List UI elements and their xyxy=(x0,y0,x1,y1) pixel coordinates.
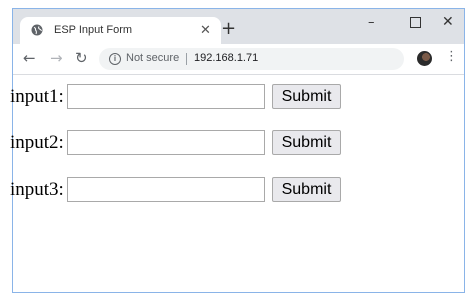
input2-field[interactable] xyxy=(67,130,265,155)
tab-title: ESP Input Form xyxy=(54,24,133,36)
maximize-button[interactable] xyxy=(410,17,421,28)
input3-field[interactable] xyxy=(67,177,265,202)
address-bar[interactable]: i Not secure 192.168.1.71 xyxy=(99,48,404,70)
tab-close-icon[interactable]: ✕ xyxy=(200,22,211,38)
input3-label: input3: xyxy=(10,179,64,200)
minimize-button[interactable]: – xyxy=(368,15,375,30)
input2-submit-button[interactable]: Submit xyxy=(272,130,341,155)
security-status: Not secure xyxy=(126,52,180,64)
new-tab-button[interactable]: + xyxy=(221,20,236,38)
back-arrow-icon[interactable]: ← xyxy=(23,50,36,66)
profile-avatar[interactable] xyxy=(417,51,432,66)
input3-submit-button[interactable]: Submit xyxy=(272,177,341,202)
reload-icon[interactable]: ↻ xyxy=(75,50,88,66)
input2-label: input2: xyxy=(10,132,64,153)
browser-toolbar: ← → ↻ i Not secure 192.168.1.71 ⋮ xyxy=(13,44,464,75)
input1-label: input1: xyxy=(10,86,64,107)
address-divider xyxy=(186,53,187,65)
input1-field[interactable] xyxy=(67,84,265,109)
menu-icon[interactable]: ⋮ xyxy=(445,50,458,64)
info-icon[interactable]: i xyxy=(109,53,121,65)
url-text[interactable]: 192.168.1.71 xyxy=(194,52,258,64)
input1-submit-button[interactable]: Submit xyxy=(272,84,341,109)
globe-icon xyxy=(31,24,43,36)
close-window-button[interactable]: ✕ xyxy=(442,14,454,30)
title-bar: ESP Input Form ✕ + – ✕ xyxy=(13,9,464,44)
tab-esp-input-form[interactable]: ESP Input Form ✕ xyxy=(20,17,221,44)
forward-arrow-icon[interactable]: → xyxy=(50,50,63,66)
